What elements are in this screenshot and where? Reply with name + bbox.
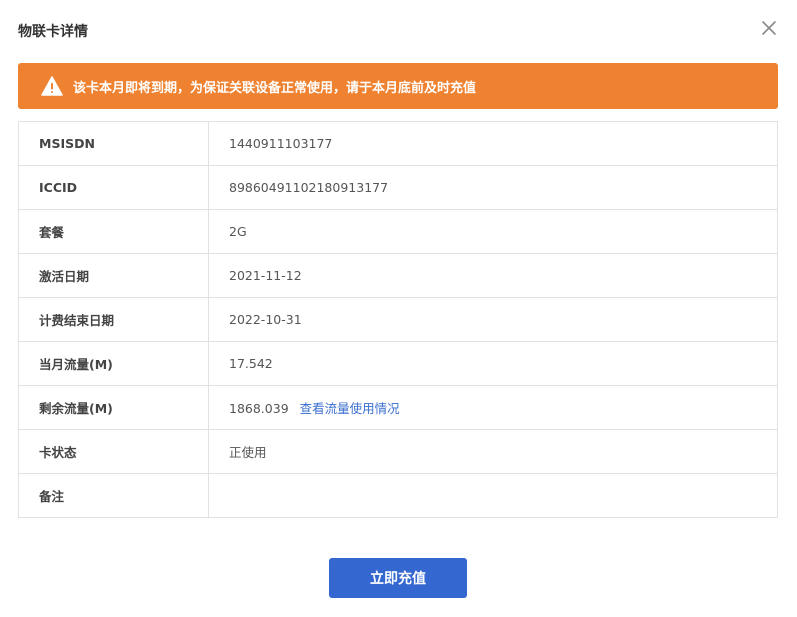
table-row-activation-date: 激活日期 2021-11-12	[18, 253, 778, 298]
row-value: 17.542	[208, 341, 778, 386]
row-label: 当月流量(M)	[18, 341, 209, 386]
row-value: 2022-10-31	[208, 297, 778, 342]
row-label: MSISDN	[18, 121, 209, 166]
row-value-cell: 1868.039 查看流量使用情况	[208, 385, 778, 430]
table-row-iccid: ICCID 89860491102180913177	[18, 165, 778, 210]
row-label: 套餐	[18, 209, 209, 254]
row-label: 剩余流量(M)	[18, 385, 209, 430]
close-button[interactable]	[759, 18, 779, 38]
row-value: 2G	[208, 209, 778, 254]
row-label: 激活日期	[18, 253, 209, 298]
row-value: 89860491102180913177	[208, 165, 778, 210]
table-row-billing-end-date: 计费结束日期 2022-10-31	[18, 297, 778, 342]
card-info-table: MSISDN 1440911103177 ICCID 8986049110218…	[18, 121, 778, 518]
row-label: 备注	[18, 473, 209, 518]
row-value	[208, 473, 778, 518]
dialog-title: 物联卡详情	[18, 24, 88, 40]
close-icon	[762, 21, 776, 35]
row-value: 2021-11-12	[208, 253, 778, 298]
table-row-plan: 套餐 2G	[18, 209, 778, 254]
row-value: 正使用	[208, 429, 778, 474]
table-row-monthly-usage: 当月流量(M) 17.542	[18, 341, 778, 386]
row-label: 卡状态	[18, 429, 209, 474]
warning-icon	[41, 76, 63, 96]
row-label: 计费结束日期	[18, 297, 209, 342]
table-row-remarks: 备注	[18, 473, 778, 518]
table-row-card-status: 卡状态 正使用	[18, 429, 778, 474]
view-usage-link[interactable]: 查看流量使用情况	[300, 401, 400, 416]
table-row-msisdn: MSISDN 1440911103177	[18, 121, 778, 166]
row-value: 1440911103177	[208, 121, 778, 166]
alert-message: 该卡本月即将到期，为保证关联设备正常使用，请于本月底前及时充值	[73, 80, 477, 96]
card-detail-dialog: 物联卡详情 该卡本月即将到期，为保证关联设备正常使用，请于本月底前及时充值 MS…	[0, 0, 797, 617]
expiry-alert-banner: 该卡本月即将到期，为保证关联设备正常使用，请于本月底前及时充值	[18, 63, 778, 109]
row-value: 1868.039	[229, 401, 289, 416]
recharge-button[interactable]: 立即充值	[329, 558, 467, 598]
table-row-remaining-data: 剩余流量(M) 1868.039 查看流量使用情况	[18, 385, 778, 430]
row-label: ICCID	[18, 165, 209, 210]
